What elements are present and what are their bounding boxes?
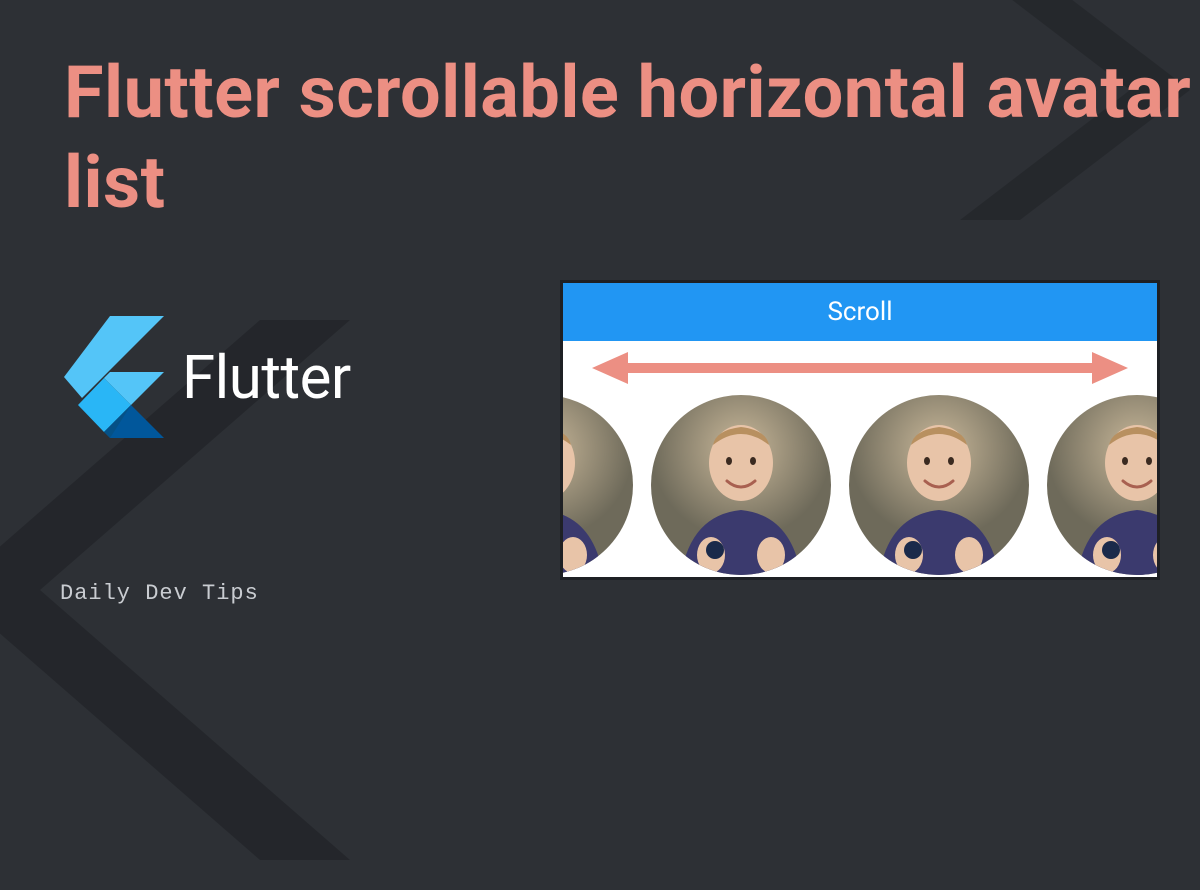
avatar-item[interactable] — [849, 395, 1029, 575]
avatar-list[interactable] — [560, 395, 1157, 575]
flutter-logo: Flutter — [64, 316, 351, 438]
avatar-item[interactable] — [1047, 395, 1160, 575]
flutter-label: Flutter — [182, 342, 351, 413]
preview-header-text: Scroll — [827, 297, 892, 327]
footer-brand: Daily Dev Tips — [60, 581, 259, 606]
avatar-item[interactable] — [560, 395, 633, 575]
preview-card: Scroll — [560, 280, 1160, 580]
preview-header: Scroll — [563, 283, 1157, 341]
flutter-icon — [64, 316, 164, 438]
avatar-item[interactable] — [651, 395, 831, 575]
scroll-indicator — [563, 341, 1157, 395]
double-arrow-icon — [590, 350, 1130, 386]
page-title: Flutter scrollable horizontal avatar lis… — [64, 48, 1200, 228]
